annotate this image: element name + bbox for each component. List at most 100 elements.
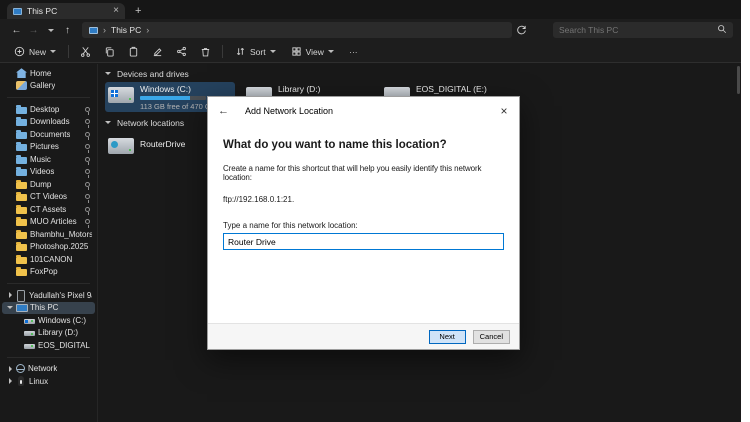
expander-chevron-icon[interactable]	[7, 119, 13, 125]
expander-chevron-icon[interactable]	[9, 366, 12, 372]
recent-locations-icon[interactable]	[42, 22, 59, 38]
copy-button[interactable]	[102, 44, 117, 60]
expander-chevron-icon[interactable]	[7, 244, 13, 250]
toolbar-divider	[68, 45, 69, 58]
back-icon[interactable]: ←	[8, 22, 25, 38]
forward-icon[interactable]: →	[25, 22, 42, 38]
folder-yellow-icon	[16, 244, 27, 251]
expander-chevron-icon[interactable]	[7, 144, 13, 150]
sidebar-item[interactable]: Bhambhu_Motorsport	[2, 228, 95, 241]
sidebar-item[interactable]: FoxPop	[2, 266, 95, 279]
search-input[interactable]	[559, 25, 717, 35]
sidebar-item[interactable]: This PC	[2, 302, 95, 315]
network-address-text: ftp://192.168.0.1:21.	[223, 195, 504, 204]
expander-chevron-icon[interactable]	[7, 181, 13, 187]
pin-icon	[85, 132, 90, 137]
folder-yellow-icon	[16, 219, 27, 226]
dialog-description: Create a name for this shortcut that wil…	[223, 164, 504, 182]
sidebar-item-label: This PC	[30, 303, 58, 312]
back-icon[interactable]: ←	[218, 105, 236, 117]
tab-this-pc[interactable]: This PC ×	[7, 3, 125, 19]
sidebar-item[interactable]: EOS_DIGITAL (E:)	[2, 339, 95, 352]
expander-chevron-icon[interactable]	[7, 194, 13, 200]
expander-chevron-icon[interactable]	[15, 330, 21, 336]
delete-button[interactable]	[198, 44, 213, 60]
sidebar-item-label: Music	[30, 155, 51, 164]
folder-yellow-icon	[16, 257, 27, 264]
sidebar-item-label: Downloads	[30, 117, 70, 126]
sidebar-item[interactable]: Linux	[2, 375, 95, 388]
see-more-button[interactable]: ···	[346, 44, 361, 60]
expander-chevron-icon[interactable]	[7, 169, 13, 175]
sidebar-item-label: Pictures	[30, 142, 59, 151]
search-box[interactable]	[553, 22, 733, 38]
breadcrumb[interactable]: › This PC ›	[82, 22, 512, 38]
rename-button[interactable]	[150, 44, 165, 60]
expander-chevron-icon[interactable]	[7, 219, 13, 225]
expander-chevron-icon[interactable]	[7, 269, 13, 275]
sidebar-item[interactable]: Home	[2, 67, 95, 80]
chevron-down-icon[interactable]	[105, 121, 111, 124]
expander-chevron-icon[interactable]	[15, 317, 21, 323]
close-icon[interactable]: ×	[489, 97, 519, 125]
sidebar-item[interactable]: Music	[2, 153, 95, 166]
expander-chevron-icon[interactable]	[7, 70, 13, 76]
view-button[interactable]: View	[288, 44, 337, 60]
expander-chevron-icon[interactable]	[9, 292, 12, 298]
sidebar-item[interactable]: Documents	[2, 128, 95, 141]
sidebar-item-label: Gallery	[30, 81, 55, 90]
paste-button[interactable]	[126, 44, 141, 60]
sidebar-item[interactable]: Network	[2, 363, 95, 376]
pin-icon	[85, 169, 90, 174]
chevron-down-icon[interactable]	[105, 72, 111, 75]
sidebar-item[interactable]: Library (D:)	[2, 327, 95, 340]
dialog-title-bar: ← Add Network Location ×	[208, 97, 519, 125]
breadcrumb-this-pc[interactable]: This PC	[111, 25, 141, 35]
sidebar-item[interactable]: 101CANON	[2, 253, 95, 266]
expander-chevron-icon[interactable]	[7, 231, 13, 237]
section-label: Network locations	[117, 118, 184, 128]
expander-chevron-icon[interactable]	[7, 156, 13, 162]
sidebar-item-label: Home	[30, 69, 51, 78]
expander-chevron-icon[interactable]	[7, 106, 13, 112]
cancel-button[interactable]: Cancel	[473, 330, 510, 344]
expander-chevron-icon[interactable]	[7, 306, 13, 309]
sidebar-item[interactable]: Pictures	[2, 141, 95, 154]
new-button[interactable]: New	[11, 44, 59, 60]
expander-chevron-icon[interactable]	[7, 206, 13, 212]
sidebar-item-label: Photoshop.2025	[30, 242, 88, 251]
expander-chevron-icon[interactable]	[7, 83, 13, 89]
refresh-icon[interactable]	[512, 22, 530, 38]
sidebar-item[interactable]: CT Assets	[2, 203, 95, 216]
tab-close-icon[interactable]: ×	[113, 6, 119, 16]
share-button[interactable]	[174, 44, 189, 60]
computer-icon	[89, 27, 98, 34]
sidebar-item[interactable]: Photoshop.2025	[2, 241, 95, 254]
network-location-name-input[interactable]	[223, 233, 504, 250]
expander-chevron-icon[interactable]	[7, 256, 13, 262]
sidebar-item[interactable]: Desktop	[2, 103, 95, 116]
folder-yellow-icon	[16, 182, 27, 189]
up-icon[interactable]: ↑	[59, 22, 76, 38]
sidebar-item[interactable]: Videos	[2, 166, 95, 179]
expander-chevron-icon[interactable]	[7, 131, 13, 137]
expander-chevron-icon[interactable]	[9, 378, 12, 384]
cut-button[interactable]	[78, 44, 93, 60]
sidebar-item[interactable]: CT Videos	[2, 191, 95, 204]
sidebar-item[interactable]: Dump	[2, 178, 95, 191]
sidebar-item[interactable]: Windows (C:)	[2, 314, 95, 327]
section-devices-header[interactable]: Devices and drives	[105, 67, 735, 80]
folder-blue-icon	[16, 107, 27, 114]
pin-icon	[85, 107, 90, 112]
sidebar-item[interactable]: Yadullah's Pixel 9a	[2, 289, 95, 302]
drive-win-icon	[24, 319, 35, 324]
sidebar-item[interactable]: Downloads	[2, 116, 95, 129]
sidebar-item[interactable]: Gallery	[2, 80, 95, 93]
new-tab-button[interactable]: +	[135, 5, 141, 17]
sort-button[interactable]: Sort	[232, 44, 279, 60]
sidebar-item[interactable]: MUO Articles	[2, 216, 95, 229]
breadcrumb-separator: ›	[103, 25, 106, 35]
next-button[interactable]: Next	[429, 330, 466, 344]
scrollbar-thumb[interactable]	[737, 66, 740, 94]
expander-chevron-icon[interactable]	[15, 342, 21, 348]
